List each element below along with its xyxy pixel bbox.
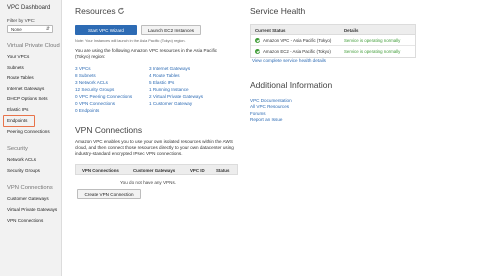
resources-intro: You are using the following Amazon VPC r… bbox=[75, 48, 218, 60]
resource-link-vpn-connections[interactable]: 0 VPN Connections bbox=[75, 101, 115, 106]
table-row: Amazon EC2 - Asia Pacific (Tokyo) Servic… bbox=[251, 46, 415, 57]
filter-label: Filter by VPC: bbox=[7, 18, 36, 23]
vpn-empty-message: You do not have any VPNs. bbox=[120, 180, 177, 185]
sidebar-item-peering-connections[interactable]: Peering Connections bbox=[7, 129, 50, 134]
sidebar: VPC Dashboard Filter by VPC: None ⇵ Virt… bbox=[0, 0, 62, 276]
column-vpn-connections[interactable]: VPN Connections bbox=[82, 168, 119, 173]
start-vpc-wizard-button[interactable]: Start VPC Wizard bbox=[75, 25, 137, 35]
resource-link-network-acls[interactable]: 3 Network ACLs bbox=[75, 80, 108, 85]
service-status: Service is operating normally bbox=[344, 49, 401, 54]
column-status[interactable]: Status bbox=[216, 168, 229, 173]
vpc-documentation-link[interactable]: VPC Documentation bbox=[250, 98, 292, 103]
refresh-icon[interactable] bbox=[117, 7, 125, 15]
vpn-connections-heading: VPN Connections bbox=[75, 125, 143, 135]
additional-information-heading: Additional Information bbox=[250, 80, 333, 90]
sidebar-item-endpoints[interactable]: Endpoints bbox=[7, 118, 27, 123]
column-vpc-id[interactable]: VPC ID bbox=[190, 168, 205, 173]
column-customer-gateways[interactable]: Customer Gateways bbox=[133, 168, 175, 173]
resource-link-customer-gateway[interactable]: 1 Customer Gateway bbox=[149, 101, 192, 106]
resource-link-endpoints[interactable]: 0 Endpoints bbox=[75, 108, 99, 113]
resource-link-internet-gateways[interactable]: 3 Internet Gateways bbox=[149, 66, 190, 71]
vpn-table-header: VPN Connections Customer Gateways VPC ID… bbox=[75, 164, 238, 175]
sidebar-item-subnets[interactable]: Subnets bbox=[7, 65, 24, 70]
service-status: Service is operating normally bbox=[344, 38, 401, 43]
main-content: Resources Start VPC Wizard Launch EC2 In… bbox=[75, 0, 495, 276]
vpc-filter-select[interactable]: None ⇵ bbox=[7, 25, 53, 33]
check-circle-icon bbox=[255, 38, 260, 43]
sidebar-item-virtual-private-gateways[interactable]: Virtual Private Gateways bbox=[7, 207, 57, 212]
launch-ec2-instances-button[interactable]: Launch EC2 Instances bbox=[141, 25, 201, 35]
sidebar-title[interactable]: VPC Dashboard bbox=[7, 5, 50, 11]
resources-heading: Resources bbox=[75, 6, 116, 16]
region-note: Note: Your Instances will launch in the … bbox=[75, 39, 186, 43]
sidebar-item-security-groups[interactable]: Security Groups bbox=[7, 168, 40, 173]
resource-link-elastic-ips[interactable]: 5 Elastic IPs bbox=[149, 80, 174, 85]
sidebar-item-network-acls[interactable]: Network ACLs bbox=[7, 157, 36, 162]
service-name: Amazon VPC - Asia Pacific (Tokyo) bbox=[263, 38, 332, 43]
all-vpc-resources-link[interactable]: All VPC Resources bbox=[250, 104, 289, 109]
sidebar-item-dhcp-options-sets[interactable]: DHCP Options Sets bbox=[7, 96, 48, 101]
column-current-status: Current Status bbox=[255, 27, 286, 33]
resource-link-security-groups[interactable]: 12 Security Groups bbox=[75, 87, 114, 92]
sidebar-item-your-vpcs[interactable]: Your VPCs bbox=[7, 54, 29, 59]
resource-link-virtual-private-gateways[interactable]: 2 Virtual Private Gateways bbox=[149, 94, 203, 99]
sidebar-item-elastic-ips[interactable]: Elastic IPs bbox=[7, 107, 28, 112]
view-service-health-link[interactable]: View complete service health details bbox=[252, 58, 326, 63]
resource-link-vpc-peering[interactable]: 0 VPC Peering Connections bbox=[75, 94, 132, 99]
section-virtual-private-cloud: Virtual Private Cloud bbox=[7, 43, 60, 49]
sidebar-item-customer-gateways[interactable]: Customer Gateways bbox=[7, 196, 49, 201]
resource-link-route-tables[interactable]: 4 Route Tables bbox=[149, 73, 180, 78]
report-an-issue-link[interactable]: Report an Issue bbox=[250, 117, 282, 122]
service-name: Amazon EC2 - Asia Pacific (Tokyo) bbox=[263, 49, 331, 54]
service-health-header: Current Status Details bbox=[251, 25, 415, 35]
sidebar-item-route-tables[interactable]: Route Tables bbox=[7, 75, 34, 80]
sidebar-item-internet-gateways[interactable]: Internet Gateways bbox=[7, 86, 44, 91]
vpn-description: Amazon VPC enables you to use your own i… bbox=[75, 139, 234, 157]
forums-link[interactable]: Forums bbox=[250, 111, 266, 116]
create-vpn-connection-button[interactable]: Create VPN Connection bbox=[77, 189, 141, 199]
section-security: Security bbox=[7, 146, 28, 152]
column-details: Details bbox=[344, 27, 359, 33]
resource-link-subnets[interactable]: 8 Subnets bbox=[75, 73, 96, 78]
vpc-filter-value: None bbox=[11, 27, 22, 32]
chevron-updown-icon: ⇵ bbox=[45, 26, 50, 32]
service-health-heading: Service Health bbox=[250, 6, 306, 16]
sidebar-item-vpn-connections[interactable]: VPN Connections bbox=[7, 218, 43, 223]
resource-link-running-instance[interactable]: 1 Running Instance bbox=[149, 87, 189, 92]
resource-link-vpcs[interactable]: 3 VPCs bbox=[75, 66, 91, 71]
service-health-table: Current Status Details Amazon VPC - Asia… bbox=[250, 24, 416, 58]
check-circle-icon bbox=[255, 49, 260, 54]
section-vpn-connections: VPN Connections bbox=[7, 185, 53, 191]
vpn-table: VPN Connections Customer Gateways VPC ID… bbox=[75, 164, 238, 175]
table-row: Amazon VPC - Asia Pacific (Tokyo) Servic… bbox=[251, 35, 415, 46]
